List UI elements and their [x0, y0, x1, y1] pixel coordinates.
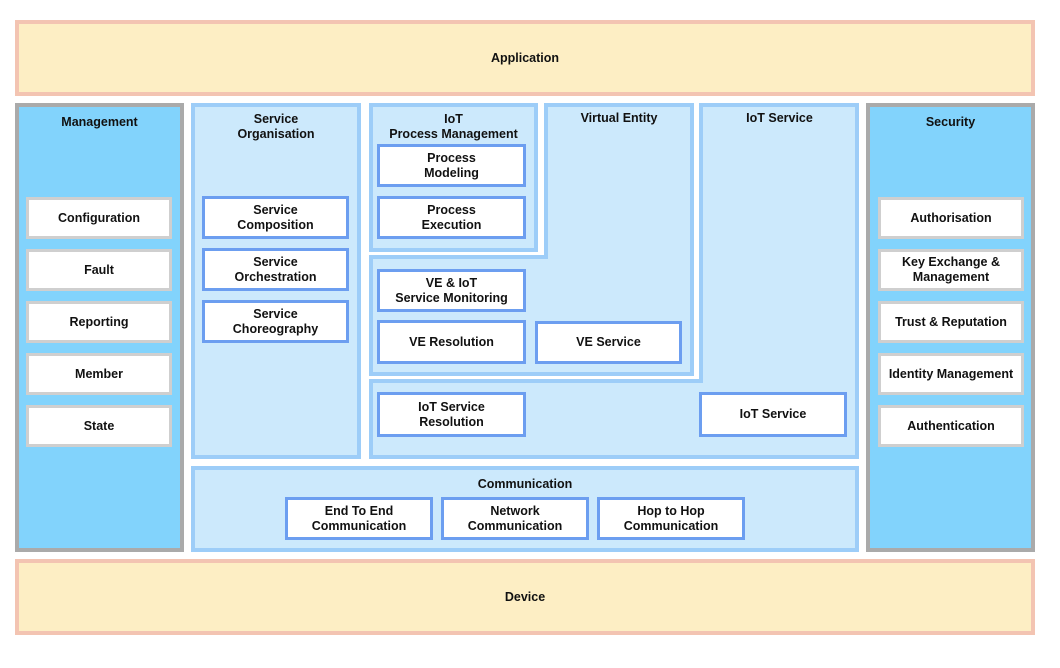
network-communication: Network Communication	[441, 497, 589, 540]
process-modeling: Process Modeling	[377, 144, 526, 187]
iot-service-box: IoT Service	[699, 392, 847, 437]
iot-service-title: IoT Service	[746, 111, 813, 125]
virtual-entity-title: Virtual Entity	[580, 111, 658, 125]
hop-to-hop-communication: Hop to Hop Communication	[597, 497, 745, 540]
device-layer: Device	[15, 559, 1035, 635]
process-execution: Process Execution	[377, 196, 526, 239]
end-to-end-communication: End To End Communication	[285, 497, 433, 540]
ve-iot-service-monitoring: VE & IoT Service Monitoring	[377, 269, 526, 312]
iot-service-resolution: IoT Service Resolution	[377, 392, 526, 437]
communication-title: Communication	[477, 477, 573, 491]
iot-process-management-title: IoT Process Management	[389, 112, 518, 141]
ve-resolution: VE Resolution	[377, 320, 526, 364]
device-label: Device	[504, 590, 546, 604]
ve-service: VE Service	[535, 321, 682, 364]
iot-architecture-diagram: Application Management Configuration Fau…	[0, 0, 1060, 668]
